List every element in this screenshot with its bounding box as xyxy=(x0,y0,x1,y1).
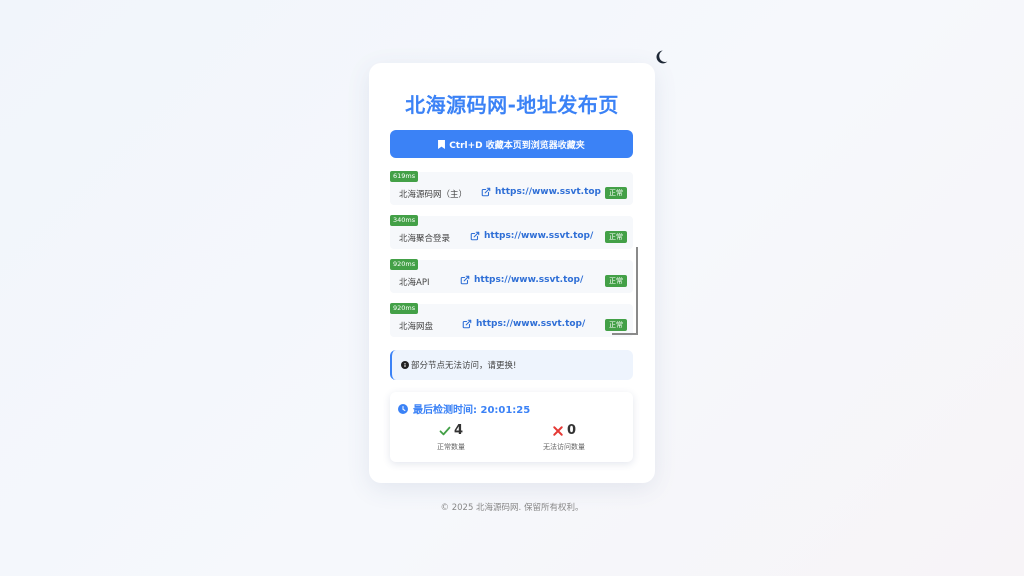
moon-icon xyxy=(656,50,668,64)
link-list[interactable]: 619ms 北海源码网（主） https://www.ssvt.top 正常 3… xyxy=(390,170,638,337)
external-link-icon xyxy=(462,319,472,329)
link-url-text: https://www.ssvt.top/ xyxy=(484,231,594,241)
link-name: 北海网盘 xyxy=(399,322,434,332)
ok-stat: 4 正常数量 xyxy=(401,423,501,452)
notice-text: 部分节点无法访问，请更换! xyxy=(411,361,517,371)
ok-label: 正常数量 xyxy=(437,443,465,451)
latency-badge: 340ms xyxy=(390,215,419,226)
link-name: 北海聚合登录 xyxy=(399,234,451,244)
latency-badge: 619ms xyxy=(390,171,419,182)
address-card: 北海源码网-地址发布页 Ctrl+D 收藏本页到浏览器收藏夹 619ms 北海源… xyxy=(369,63,655,483)
link-url-text: https://www.ssvt.top/ xyxy=(474,275,584,285)
page-title: 北海源码网-地址发布页 xyxy=(405,93,619,117)
link-list-scrollbar[interactable] xyxy=(636,247,638,334)
status-badge: 正常 xyxy=(605,231,627,243)
bookmark-icon xyxy=(438,139,446,149)
fail-stat: 0 无法访问数量 xyxy=(514,423,614,452)
status-badge: 正常 xyxy=(605,319,627,331)
ok-count: 4 xyxy=(453,423,464,438)
notice-banner: 部分节点无法访问，请更换! xyxy=(390,350,633,380)
external-link-icon xyxy=(470,231,480,241)
status-badge: 正常 xyxy=(605,275,627,287)
latency-badge: 920ms xyxy=(390,259,419,270)
last-check-time: 最后检测时间: 20:01:25 xyxy=(398,401,530,416)
link-item: 920ms 北海网盘 https://www.ssvt.top/ 正常 xyxy=(390,303,633,337)
link-item: 619ms 北海源码网（主） https://www.ssvt.top 正常 xyxy=(390,171,633,205)
fail-count: 0 xyxy=(566,423,577,438)
link-name: 北海源码网（主） xyxy=(399,190,468,200)
footer-copyright: © 2025 北海源码网. 保留所有权利。 xyxy=(440,503,584,513)
x-icon xyxy=(553,425,563,436)
info-circle-icon xyxy=(401,361,409,369)
link-url[interactable]: https://www.ssvt.top/ xyxy=(462,319,585,329)
link-name: 北海API xyxy=(399,278,430,288)
bookmark-button[interactable]: Ctrl+D 收藏本页到浏览器收藏夹 xyxy=(390,130,633,158)
latency-badge: 920ms xyxy=(390,303,419,314)
stats-panel: 最后检测时间: 20:01:25 4 正常数量 0 无法访问数量 xyxy=(390,392,633,462)
theme-toggle-button[interactable] xyxy=(652,48,670,66)
link-url-text: https://www.ssvt.top/ xyxy=(476,319,586,329)
external-link-icon xyxy=(481,187,491,197)
link-url[interactable]: https://www.ssvt.top/ xyxy=(460,275,583,285)
last-check-label: 最后检测时间: 20:01:25 xyxy=(413,405,531,416)
clock-icon xyxy=(398,403,408,414)
link-list-scrollbar-corner xyxy=(612,333,638,335)
external-link-icon xyxy=(460,275,470,285)
link-url[interactable]: https://www.ssvt.top/ xyxy=(470,231,593,241)
bookmark-button-label: Ctrl+D 收藏本页到浏览器收藏夹 xyxy=(449,140,585,151)
link-url[interactable]: https://www.ssvt.top xyxy=(481,187,601,197)
status-badge: 正常 xyxy=(605,187,627,199)
check-icon xyxy=(439,426,451,435)
fail-label: 无法访问数量 xyxy=(543,443,585,451)
link-item: 920ms 北海API https://www.ssvt.top/ 正常 xyxy=(390,259,633,293)
link-url-text: https://www.ssvt.top xyxy=(495,187,602,197)
link-item: 340ms 北海聚合登录 https://www.ssvt.top/ 正常 xyxy=(390,215,633,249)
